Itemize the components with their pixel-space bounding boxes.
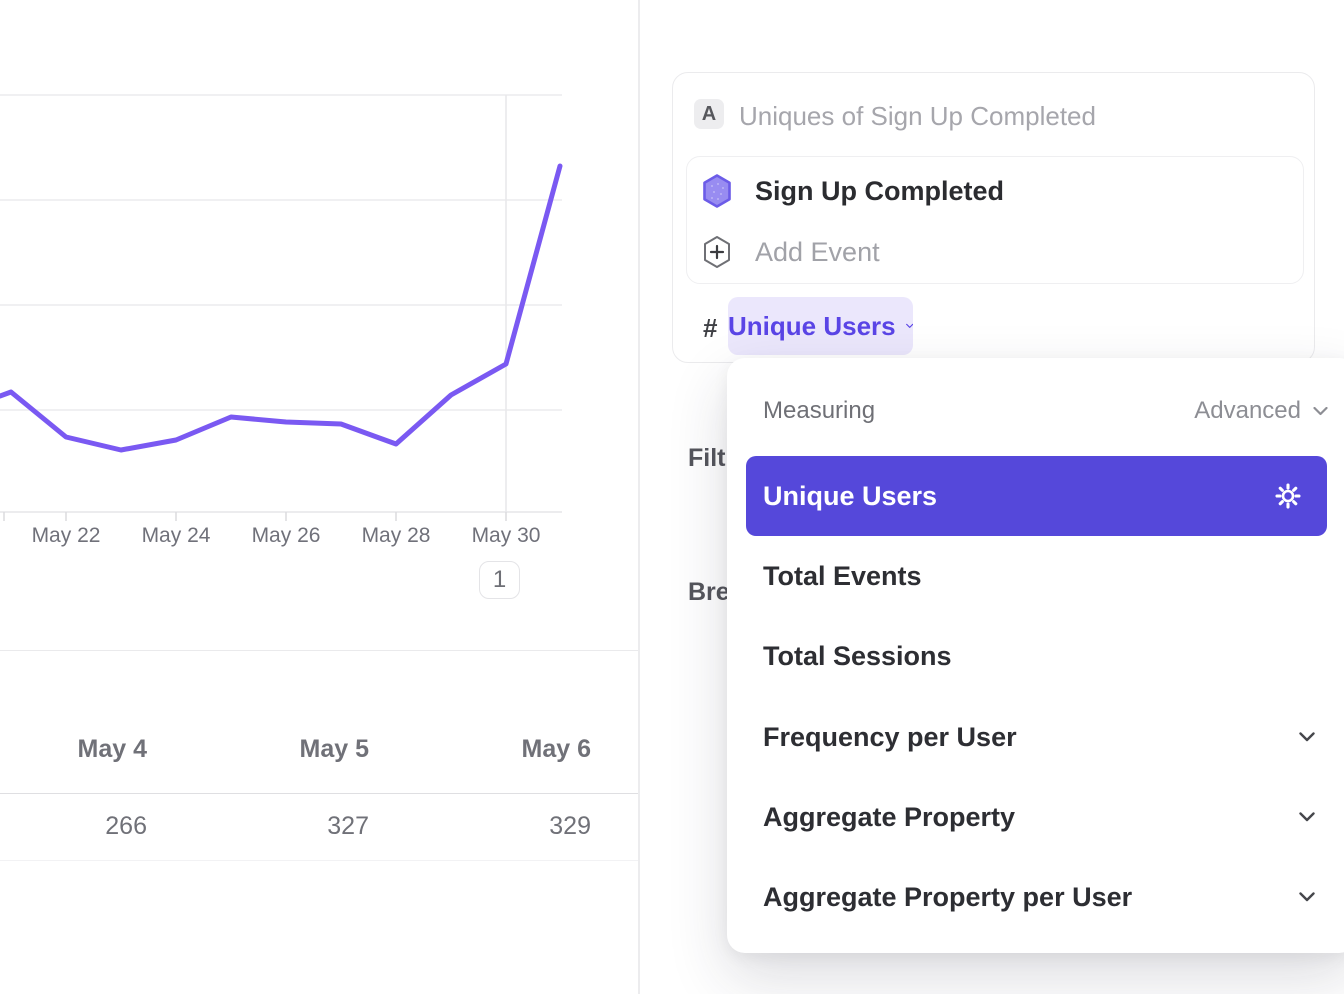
table-header-border — [0, 793, 639, 794]
dropdown-item-label: Unique Users — [763, 481, 937, 512]
add-event-plus-icon — [702, 235, 732, 269]
measure-selector-chip[interactable]: Unique Users — [728, 297, 913, 355]
table-value: 327 — [139, 812, 369, 841]
filter-section-label: Filt — [688, 444, 726, 473]
table-column-header: May 6 — [361, 735, 591, 764]
advanced-mode-label: Advanced — [1194, 397, 1301, 425]
dropdown-item-label: Aggregate Property per User — [763, 882, 1132, 913]
pagination-page-button[interactable]: 1 — [479, 561, 520, 599]
gear-icon[interactable] — [1273, 481, 1303, 511]
breakdown-section-label: Bre — [688, 578, 730, 607]
dropdown-item-unique-users[interactable]: Unique Users — [746, 456, 1327, 536]
x-axis-label: May 26 — [252, 524, 321, 548]
dropdown-item-aggregate-property-per-user[interactable]: Aggregate Property per User — [763, 877, 1315, 917]
dropdown-item-label: Total Events — [763, 561, 922, 592]
add-event-label: Add Event — [755, 237, 880, 268]
table-top-border — [0, 650, 639, 651]
x-axis-label: May 28 — [362, 524, 431, 548]
x-axis-label: May 30 — [472, 524, 541, 548]
table-column-header: May 5 — [139, 735, 369, 764]
chevron-down-icon — [1299, 732, 1315, 742]
dropdown-item-total-events[interactable]: Total Events — [763, 556, 1315, 596]
series-a-badge: A — [694, 99, 724, 129]
dropdown-item-label: Aggregate Property — [763, 802, 1015, 833]
dropdown-item-label: Total Sessions — [763, 641, 952, 672]
query-summary-title: Uniques of Sign Up Completed — [739, 101, 1096, 132]
dropdown-item-aggregate-property[interactable]: Aggregate Property — [763, 797, 1315, 837]
chevron-down-icon — [906, 321, 913, 331]
x-axis-label: May 22 — [32, 524, 101, 548]
add-event-button[interactable]: Add Event — [702, 229, 1288, 275]
table-bottom-border — [0, 860, 639, 861]
event-row-sign-up-completed[interactable]: Sign Up Completed — [702, 168, 1288, 214]
measure-hash-symbol: # — [703, 313, 717, 344]
dropdown-item-total-sessions[interactable]: Total Sessions — [763, 636, 1315, 676]
measuring-dropdown-menu: Measuring Advanced Unique Users — [727, 358, 1344, 953]
event-hexagon-icon — [702, 174, 732, 208]
table-value: 266 — [0, 812, 147, 841]
line-chart — [0, 0, 640, 650]
chevron-down-icon — [1299, 812, 1315, 822]
panel-divider — [638, 0, 640, 994]
measure-selector-label: Unique Users — [728, 311, 896, 342]
dropdown-header: Measuring Advanced — [763, 388, 1328, 434]
advanced-mode-selector[interactable]: Advanced — [1194, 397, 1328, 425]
event-list-card: Sign Up Completed Add Event — [686, 156, 1304, 284]
table-value: 329 — [361, 812, 591, 841]
x-axis-label: May 24 — [142, 524, 211, 548]
event-name-label: Sign Up Completed — [755, 176, 1004, 207]
query-builder-card: A Uniques of Sign Up Completed Sign Up C… — [672, 72, 1315, 363]
chevron-down-icon — [1313, 407, 1328, 416]
chevron-down-icon — [1299, 892, 1315, 902]
chart-panel: May 22 May 24 May 26 May 28 May 30 1 May 4 M… — [0, 0, 639, 994]
measuring-label: Measuring — [763, 397, 875, 425]
table-column-header: May 4 — [0, 735, 147, 764]
dropdown-item-frequency-per-user[interactable]: Frequency per User — [763, 717, 1315, 757]
dropdown-item-label: Frequency per User — [763, 722, 1017, 753]
